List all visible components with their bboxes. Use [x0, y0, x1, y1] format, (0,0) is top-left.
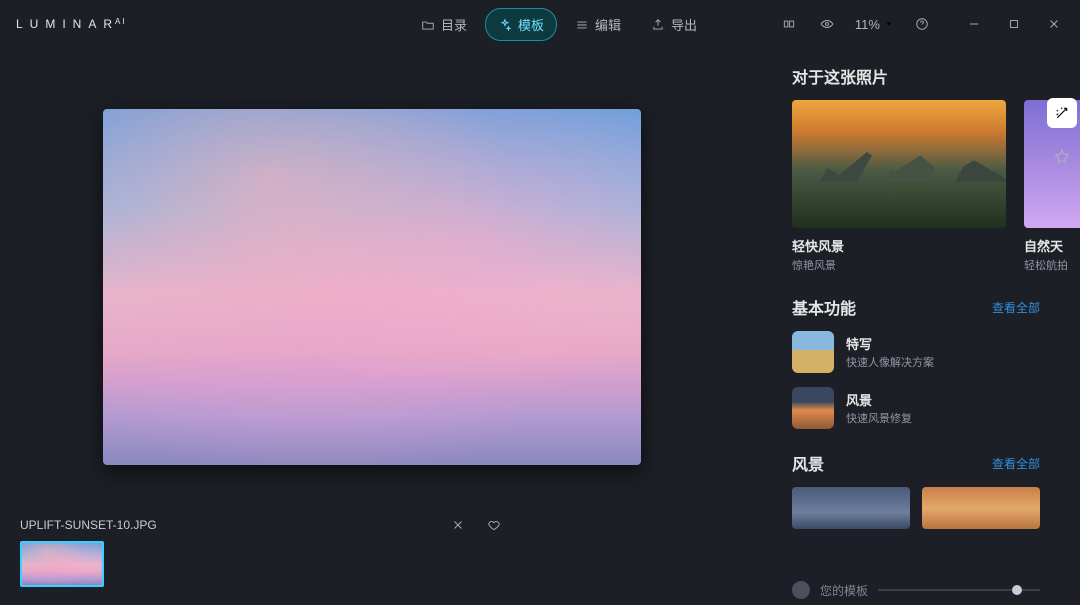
zoom-control[interactable]: 11% [855, 17, 894, 32]
filename-label: UPLIFT-SUNSET-10.JPG [20, 518, 157, 532]
star-button[interactable] [1047, 142, 1077, 172]
filmstrip-thumb[interactable] [20, 541, 104, 587]
basic-item-portrait[interactable]: 特写 快速人像解决方案 [792, 331, 1080, 373]
top-nav: 目录 模板 编辑 导出 [371, 8, 709, 41]
template-thumb [792, 100, 1006, 228]
scenery-card[interactable] [792, 487, 910, 529]
magic-button[interactable] [1047, 98, 1077, 128]
nav-catalog[interactable]: 目录 [409, 9, 479, 40]
nav-export[interactable]: 导出 [639, 9, 709, 40]
sparkle-icon [498, 18, 512, 32]
window-maximize[interactable] [1004, 14, 1024, 34]
template-title: 自然天 [1024, 236, 1080, 255]
main-photo[interactable] [103, 109, 641, 465]
sliders-icon [575, 18, 589, 32]
list-title: 特写 [846, 334, 934, 353]
chevron-down-icon [884, 19, 894, 29]
list-title: 风景 [846, 390, 912, 409]
user-template-dot [792, 581, 810, 599]
add-button[interactable] [371, 13, 395, 37]
section-basic: 基本功能 [792, 295, 856, 319]
list-sub: 快速人像解决方案 [846, 354, 934, 370]
scenery-card[interactable] [922, 487, 1040, 529]
window-minimize[interactable] [964, 14, 984, 34]
list-thumb [792, 387, 834, 429]
compare-icon[interactable] [779, 14, 799, 34]
export-icon [651, 18, 665, 32]
template-sub: 轻松航拍 [1024, 257, 1080, 273]
view-all-basic[interactable]: 查看全部 [992, 299, 1040, 316]
app-logo: LUMINARAI [16, 17, 127, 31]
list-thumb [792, 331, 834, 373]
nav-templates[interactable]: 模板 [485, 8, 557, 41]
your-templates-label: 您的模板 [820, 582, 868, 599]
nav-edit[interactable]: 编辑 [563, 9, 633, 40]
preview-icon[interactable] [817, 14, 837, 34]
window-close[interactable] [1044, 14, 1064, 34]
intensity-slider[interactable] [878, 589, 1040, 591]
template-card[interactable]: 轻快风景 惊艳风景 [792, 100, 1006, 273]
basic-item-landscape[interactable]: 风景 快速风景修复 [792, 387, 1080, 429]
list-sub: 快速风景修复 [846, 410, 912, 426]
favorite-button[interactable] [484, 515, 504, 535]
template-sub: 惊艳风景 [792, 257, 1006, 273]
section-for-this-photo: 对于这张照片 [792, 64, 1080, 88]
help-icon[interactable] [912, 14, 932, 34]
template-title: 轻快风景 [792, 236, 1006, 255]
section-scenery: 风景 [792, 451, 824, 475]
folder-icon [421, 18, 435, 32]
reject-button[interactable] [448, 515, 468, 535]
view-all-scenery[interactable]: 查看全部 [992, 455, 1040, 472]
